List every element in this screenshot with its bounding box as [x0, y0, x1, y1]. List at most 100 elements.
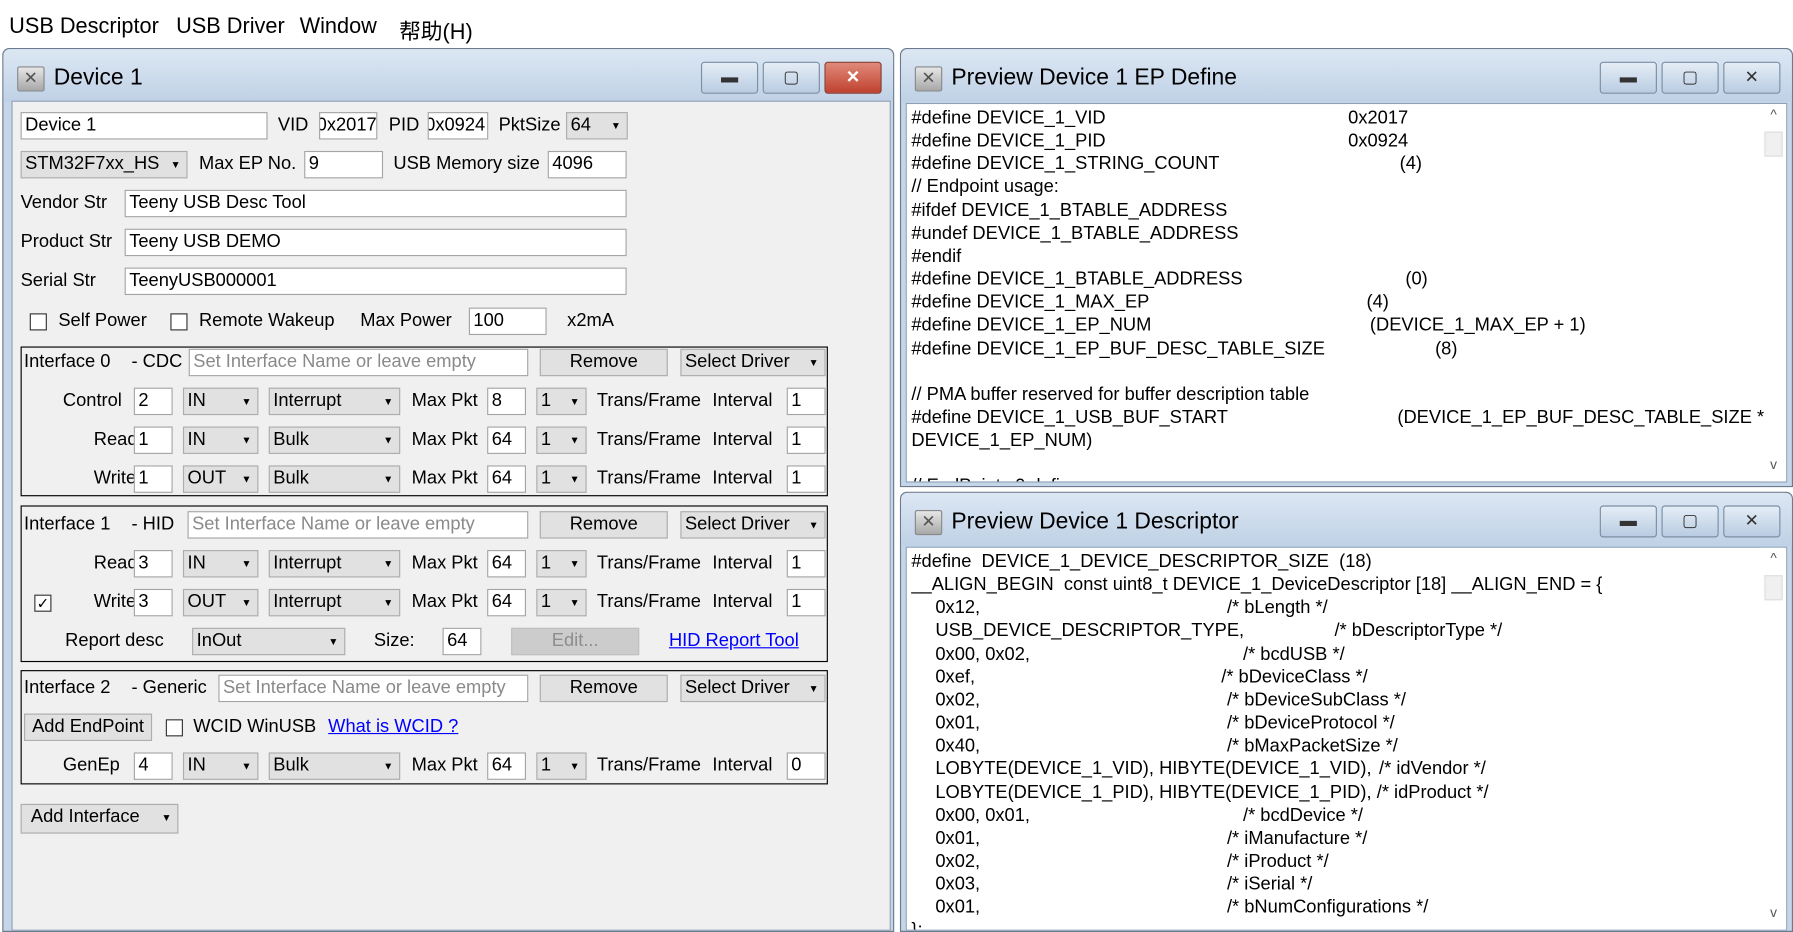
scroll-thumb[interactable] [1764, 131, 1783, 157]
endpoint-number-input[interactable]: 3 [133, 588, 173, 617]
endpoint-checkbox[interactable]: ✓ [34, 594, 52, 612]
device-form: Device 1 VID 0x2017 PID 0x0924 PktSize 64 ▼ STM3… [11, 100, 891, 931]
transfer-type-select[interactable]: Interrupt ▼ [268, 588, 401, 617]
code-line: #define DEVICE_1_EP_BUF_DESC_TABLE_SIZE [911, 339, 1325, 359]
menu-usb-descriptor[interactable]: USB Descriptor [9, 15, 159, 40]
trans-per-frame-select[interactable]: 1 ▼ [536, 588, 587, 617]
transfer-type-select[interactable]: Bulk ▼ [268, 426, 401, 454]
endpoint-number-input[interactable]: 1 [133, 465, 173, 493]
edit-report-button[interactable]: Edit... [511, 627, 640, 656]
endpoint-number-input[interactable]: 2 [133, 387, 173, 416]
hid-report-tool-link[interactable]: HID Report Tool [669, 628, 799, 655]
max-packet-input[interactable]: 64 [487, 550, 527, 578]
transfer-type-select[interactable]: Interrupt ▼ [268, 550, 401, 578]
descriptor-titlebar[interactable]: ✕ Preview Device 1 Descriptor ▬ ▢ ✕ [901, 492, 1792, 546]
trans-per-frame-select[interactable]: 1 ▼ [536, 465, 587, 493]
dropdown-value: 1 [540, 755, 552, 776]
vid-input[interactable]: 0x2017 [319, 112, 378, 140]
select-driver-dropdown[interactable]: Select Driver ▼ [680, 674, 826, 703]
scroll-down-icon[interactable]: v [1761, 905, 1786, 928]
interval-input[interactable]: 1 [786, 550, 826, 578]
scrollbar[interactable]: ^ v [1760, 547, 1787, 930]
endpoint-number-input[interactable]: 4 [133, 752, 173, 780]
interval-input[interactable]: 0 [786, 752, 826, 780]
code-line: #endif [911, 246, 962, 267]
scroll-up-icon[interactable]: ^ [1761, 550, 1786, 573]
vendor-str-input[interactable]: Teeny USB Desc Tool [124, 189, 627, 218]
remove-interface-button[interactable]: Remove [539, 348, 668, 377]
add-endpoint-button[interactable]: Add EndPoint [24, 713, 153, 741]
endpoint-number-input[interactable]: 1 [133, 426, 173, 454]
wcid-checkbox[interactable] [165, 719, 183, 737]
add-interface-button[interactable]: Add Interface ▼ [20, 803, 179, 834]
ep-define-titlebar[interactable]: ✕ Preview Device 1 EP Define ▬ ▢ ✕ [901, 49, 1792, 102]
transfer-type-select[interactable]: Interrupt ▼ [268, 387, 401, 416]
device-name-input[interactable]: Device 1 [20, 112, 268, 140]
select-driver-dropdown[interactable]: Select Driver ▼ [680, 348, 826, 377]
product-str-input[interactable]: Teeny USB DEMO [124, 228, 627, 257]
interval-input[interactable]: 1 [786, 387, 826, 416]
ep-define-code[interactable]: ^ v #define DEVICE_1_VID 0x2017 #define DEV… [905, 102, 1788, 483]
pktsize-select[interactable]: 64 ▼ [566, 112, 628, 140]
device-window-titlebar[interactable]: ✕ Device 1 ▬ ▢ ✕ [3, 49, 894, 102]
max-packet-input[interactable]: 8 [487, 387, 527, 416]
interface-name-input[interactable]: Set Interface Name or leave empty [218, 674, 529, 703]
interval-input[interactable]: 1 [786, 465, 826, 493]
interface-name-input[interactable]: Set Interface Name or leave empty [188, 348, 529, 377]
remove-interface-button[interactable]: Remove [539, 674, 668, 703]
menu-window[interactable]: Window [300, 15, 377, 40]
max-packet-input[interactable]: 64 [487, 588, 527, 617]
menu-help[interactable]: 帮助(H) [399, 15, 473, 46]
minimize-button[interactable]: ▬ [700, 61, 759, 94]
scroll-thumb[interactable] [1764, 575, 1783, 601]
interval-input[interactable]: 1 [786, 588, 826, 617]
scrollbar[interactable]: ^ v [1760, 104, 1787, 482]
direction-select[interactable]: IN ▼ [182, 387, 259, 416]
remove-interface-button[interactable]: Remove [539, 511, 668, 539]
max-power-input[interactable]: 100 [468, 307, 547, 336]
maximize-button[interactable]: ▢ [762, 61, 820, 94]
chip-select[interactable]: STM32F7xx_HS ▼ [20, 150, 188, 179]
max-packet-input[interactable]: 64 [487, 752, 527, 780]
what-is-wcid-link[interactable]: What is WCID ? [328, 714, 458, 741]
trans-per-frame-select[interactable]: 1 ▼ [536, 426, 587, 454]
code-value: /* iManufacture */ [1226, 828, 1368, 849]
minimize-button[interactable]: ▬ [1599, 61, 1657, 94]
minimize-button[interactable]: ▬ [1599, 505, 1657, 538]
transfer-type-select[interactable]: Bulk ▼ [268, 465, 401, 493]
maximize-button[interactable]: ▢ [1661, 61, 1719, 94]
serial-str-input[interactable]: TeenyUSB000001 [124, 267, 627, 296]
trans-per-frame-select[interactable]: 1 ▼ [536, 752, 587, 780]
report-desc-select[interactable]: InOut ▼ [192, 627, 346, 656]
scroll-down-icon[interactable]: v [1761, 456, 1786, 479]
interface-name-input[interactable]: Set Interface Name or leave empty [187, 511, 529, 539]
close-button[interactable]: ✕ [1723, 505, 1781, 538]
self-power-checkbox[interactable] [29, 313, 47, 331]
direction-select[interactable]: OUT ▼ [182, 588, 259, 617]
direction-select[interactable]: IN ▼ [182, 426, 259, 454]
direction-select[interactable]: OUT ▼ [182, 465, 259, 493]
endpoint-number-input[interactable]: 3 [133, 550, 173, 578]
close-button[interactable]: ✕ [824, 61, 882, 94]
trans-per-frame-select[interactable]: 1 ▼ [536, 550, 587, 578]
direction-select[interactable]: IN ▼ [182, 752, 259, 780]
scroll-up-icon[interactable]: ^ [1761, 106, 1786, 129]
interval-input[interactable]: 1 [786, 426, 826, 454]
maximize-button[interactable]: ▢ [1661, 505, 1719, 538]
descriptor-code[interactable]: ^ v #define DEVICE_1_DEVICE_DESCRIPTOR_SI… [905, 546, 1788, 931]
chevron-down-icon: ▼ [808, 356, 819, 369]
max-packet-input[interactable]: 64 [487, 426, 527, 454]
chevron-down-icon: ▼ [569, 760, 580, 772]
menu-usb-driver[interactable]: USB Driver [176, 15, 285, 40]
trans-per-frame-select[interactable]: 1 ▼ [536, 387, 587, 416]
usb-memory-input[interactable]: 4096 [547, 150, 627, 179]
report-size-input[interactable]: 64 [442, 627, 482, 656]
close-button[interactable]: ✕ [1723, 61, 1781, 94]
max-ep-input[interactable]: 9 [304, 150, 384, 179]
transfer-type-select[interactable]: Bulk ▼ [268, 752, 401, 780]
remote-wakeup-checkbox[interactable] [170, 313, 188, 331]
select-driver-dropdown[interactable]: Select Driver ▼ [680, 511, 826, 539]
direction-select[interactable]: IN ▼ [182, 550, 259, 578]
pid-input[interactable]: 0x0924 [427, 112, 489, 140]
max-packet-input[interactable]: 64 [487, 465, 527, 493]
